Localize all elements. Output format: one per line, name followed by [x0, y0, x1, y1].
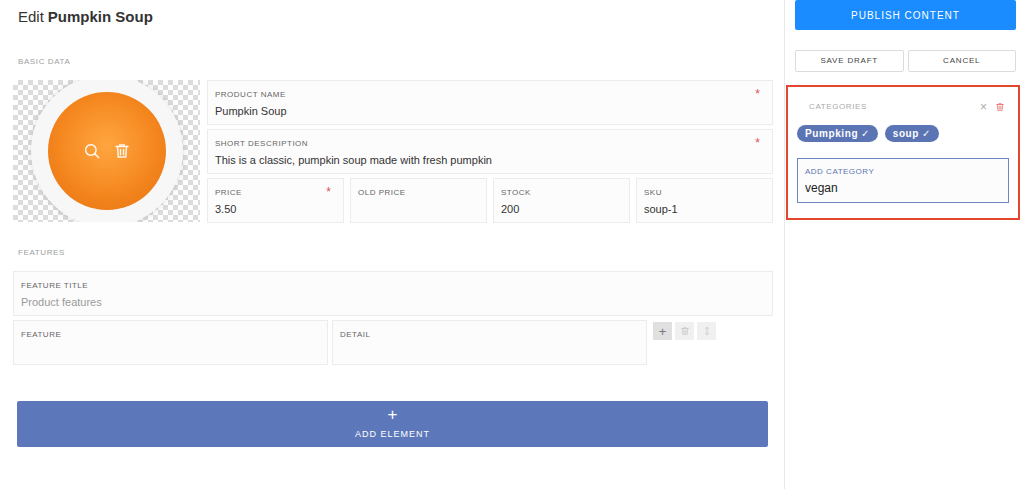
- required-mark: *: [326, 186, 331, 198]
- trash-icon[interactable]: [995, 102, 1005, 112]
- categories-panel: CATEGORIES×Pumpking✓soup✓ADD CATEGORY: [786, 85, 1020, 220]
- add-element-button[interactable]: + ADD ELEMENT: [17, 401, 768, 447]
- title-prefix: Edit: [18, 8, 44, 25]
- page: EditPumpkin SoupBASIC DATAPRODUCT NAME*S…: [0, 0, 1024, 489]
- field-input[interactable]: [215, 104, 764, 119]
- category-tags: Pumpking✓soup✓: [797, 125, 1009, 142]
- field-label: PRICE: [215, 187, 335, 198]
- field-label: PRODUCT NAME: [215, 89, 764, 100]
- form-field: FEATURE TITLE: [13, 271, 773, 316]
- move-button[interactable]: [697, 322, 716, 340]
- editor-panel: EditPumpkin SoupBASIC DATAPRODUCT NAME*S…: [0, 0, 785, 489]
- plus-icon: +: [659, 325, 667, 338]
- field-input[interactable]: [340, 344, 638, 359]
- field-label: FEATURE TITLE: [21, 280, 764, 291]
- form-field: SHORT DESCRIPTION*: [207, 129, 773, 174]
- section-label: FEATURES: [13, 247, 773, 259]
- field-label: OLD PRICE: [358, 187, 478, 198]
- form-field: OLD PRICE: [350, 178, 487, 223]
- product-image[interactable]: [13, 80, 200, 222]
- form-field: SKU: [636, 178, 773, 223]
- field-row: SHORT DESCRIPTION*: [207, 129, 773, 174]
- plate: [31, 80, 183, 222]
- check-icon: ✓: [922, 128, 931, 139]
- tag-label: Pumpking: [805, 128, 858, 139]
- tag-label: soup: [893, 128, 919, 139]
- field-label: SHORT DESCRIPTION: [215, 138, 764, 149]
- section-label: BASIC DATA: [13, 56, 773, 68]
- row-buttons: +: [653, 320, 716, 340]
- check-icon: ✓: [861, 128, 870, 139]
- field-label: FEATURE: [21, 329, 319, 340]
- plus-icon: +: [388, 407, 398, 423]
- page-title: EditPumpkin Soup: [18, 7, 773, 27]
- header-icons: ×: [980, 101, 1009, 113]
- form-field: FEATURE: [13, 320, 328, 365]
- categories-header: CATEGORIES ×: [797, 101, 1009, 113]
- form-field: PRICE*: [207, 178, 344, 223]
- category-tag[interactable]: Pumpking✓: [797, 125, 878, 142]
- image-tools: [13, 80, 200, 222]
- field-row: PRICE* OLD PRICE STOCK SKU: [207, 178, 773, 223]
- trash-icon[interactable]: [113, 142, 131, 160]
- feature-row: FEATURE DETAIL +: [13, 320, 773, 365]
- basic-fields: PRODUCT NAME*SHORT DESCRIPTION*PRICE*OLD…: [207, 80, 773, 223]
- field-input[interactable]: [215, 202, 335, 217]
- field-input[interactable]: [21, 344, 319, 359]
- form-field: ADD CATEGORY: [797, 158, 1009, 203]
- field-input[interactable]: [644, 202, 764, 217]
- secondary-actions: SAVE DRAFTCANCEL: [795, 50, 1016, 72]
- field-input[interactable]: [501, 202, 621, 217]
- cancel-button[interactable]: CANCEL: [908, 50, 1017, 72]
- field-label: SKU: [644, 187, 764, 198]
- field-input[interactable]: [21, 295, 764, 310]
- basic-data: PRODUCT NAME*SHORT DESCRIPTION*PRICE*OLD…: [13, 80, 773, 223]
- soup: [48, 92, 166, 210]
- button-label: ADD ELEMENT: [355, 427, 430, 441]
- sidebar: PUBLISH CONTENT SAVE DRAFTCANCEL CATEGORIE…: [785, 0, 1024, 489]
- delete-button[interactable]: [675, 322, 694, 340]
- title-name: Pumpkin Soup: [48, 8, 153, 25]
- trash-icon[interactable]: [680, 326, 690, 336]
- field-label: DETAIL: [340, 329, 638, 340]
- field-input[interactable]: [805, 181, 1001, 196]
- save-draft-button[interactable]: SAVE DRAFT: [795, 50, 904, 72]
- field-label: ADD CATEGORY: [805, 166, 1001, 177]
- field-row: PRODUCT NAME*: [207, 80, 773, 125]
- close-icon[interactable]: ×: [980, 101, 987, 113]
- form-field: DETAIL: [332, 320, 647, 365]
- publish-button[interactable]: PUBLISH CONTENT: [795, 0, 1016, 30]
- required-mark: *: [755, 88, 760, 100]
- zoom-icon[interactable]: [83, 142, 101, 160]
- field-input[interactable]: [358, 202, 478, 217]
- category-tag[interactable]: soup✓: [885, 125, 939, 142]
- required-mark: *: [755, 137, 760, 149]
- field-label: STOCK: [501, 187, 621, 198]
- move-icon[interactable]: [702, 326, 712, 336]
- add-button[interactable]: +: [653, 322, 672, 340]
- field-input[interactable]: [215, 153, 764, 168]
- form-field: PRODUCT NAME*: [207, 80, 773, 125]
- categories-label: CATEGORIES: [809, 101, 867, 113]
- form-field: STOCK: [493, 178, 630, 223]
